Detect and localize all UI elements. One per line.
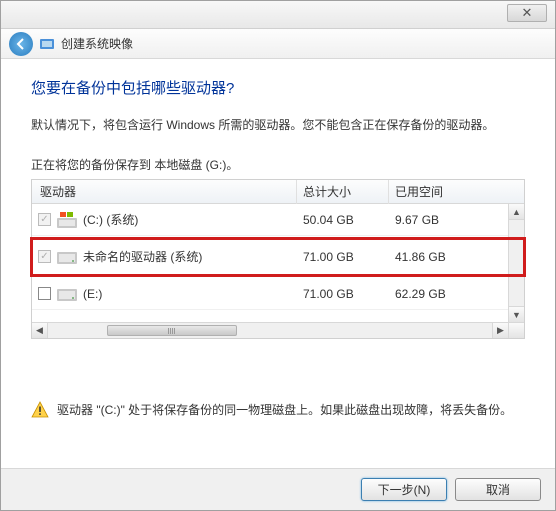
page-subtext: 默认情况下，将包含运行 Windows 所需的驱动器。您不能包含正在保存备份的驱… [31,116,525,134]
scroll-corner [508,323,524,338]
button-bar: 下一步(N) 取消 [1,468,555,510]
back-arrow-icon [15,38,27,50]
drive-used: 9.67 GB [389,213,524,227]
drive-used: 41.86 GB [389,250,524,264]
col-drive[interactable]: 驱动器 [32,180,297,204]
col-total[interactable]: 总计大小 [297,180,389,204]
drive-total: 71.00 GB [297,250,389,264]
scroll-down-icon[interactable]: ▼ [509,306,524,322]
drive-used: 62.29 GB [389,287,524,301]
table-row[interactable]: (E:) 71.00 GB62.29 GB [32,278,524,310]
save-destination-text: 正在将您的备份保存到 本地磁盘 (G:)。 [31,156,525,173]
drive-checkbox[interactable] [38,287,51,300]
drive-label: 未命名的驱动器 (系统) [83,248,202,265]
cancel-button[interactable]: 取消 [455,478,541,501]
scroll-right-icon[interactable]: ▶ [492,323,508,338]
navbar: 创建系统映像 [1,29,555,59]
app-icon [39,36,55,52]
col-used[interactable]: 已用空间 [389,180,524,204]
table-row[interactable]: ✓ 未命名的驱动器 (系统) 71.00 GB41.86 GB [32,239,524,275]
scroll-up-icon[interactable]: ▲ [509,204,524,220]
drive-label: (E:) [83,287,102,301]
drive-icon [57,212,77,228]
drive-checkbox: ✓ [38,250,51,263]
page-heading: 您要在备份中包括哪些驱动器? [31,77,525,98]
app-title: 创建系统映像 [61,35,133,52]
drive-label: (C:) (系统) [83,211,138,228]
drive-icon [57,286,77,302]
drive-icon [57,249,77,265]
dialog-window: ✕ 创建系统映像 您要在备份中包括哪些驱动器? 默认情况下，将包含运行 Wind… [0,0,556,511]
warning-text: 驱动器 "(C:)" 处于将保存备份的同一物理磁盘上。如果此磁盘出现故障，将丢失… [57,401,512,419]
table-header: 驱动器 总计大小 已用空间 [32,180,524,204]
scroll-thumb[interactable] [107,325,237,336]
drive-checkbox: ✓ [38,213,51,226]
next-button[interactable]: 下一步(N) [361,478,447,501]
drive-table: 驱动器 总计大小 已用空间 ✓(C:) (系统)50.04 GB9.67 GB✓… [31,179,525,339]
content-area: 您要在备份中包括哪些驱动器? 默认情况下，将包含运行 Windows 所需的驱动… [1,59,555,419]
titlebar: ✕ [1,1,555,29]
table-row[interactable]: ✓ (C:) (系统) 50.04 GB9.67 GB [32,204,524,236]
horizontal-scrollbar[interactable]: ◀ ▶ [32,322,524,338]
table-body: ✓ (C:) (系统) 50.04 GB9.67 GB ✓ 未命名的驱动器 (系统) 71… [32,204,524,322]
scroll-left-icon[interactable]: ◀ [32,323,48,338]
back-button[interactable] [9,32,33,56]
drive-total: 71.00 GB [297,287,389,301]
warning-icon [31,401,49,419]
warning-area: 驱动器 "(C:)" 处于将保存备份的同一物理磁盘上。如果此磁盘出现故障，将丢失… [31,401,525,419]
close-icon: ✕ [522,5,533,21]
drive-total: 50.04 GB [297,213,389,227]
close-button[interactable]: ✕ [507,4,547,22]
